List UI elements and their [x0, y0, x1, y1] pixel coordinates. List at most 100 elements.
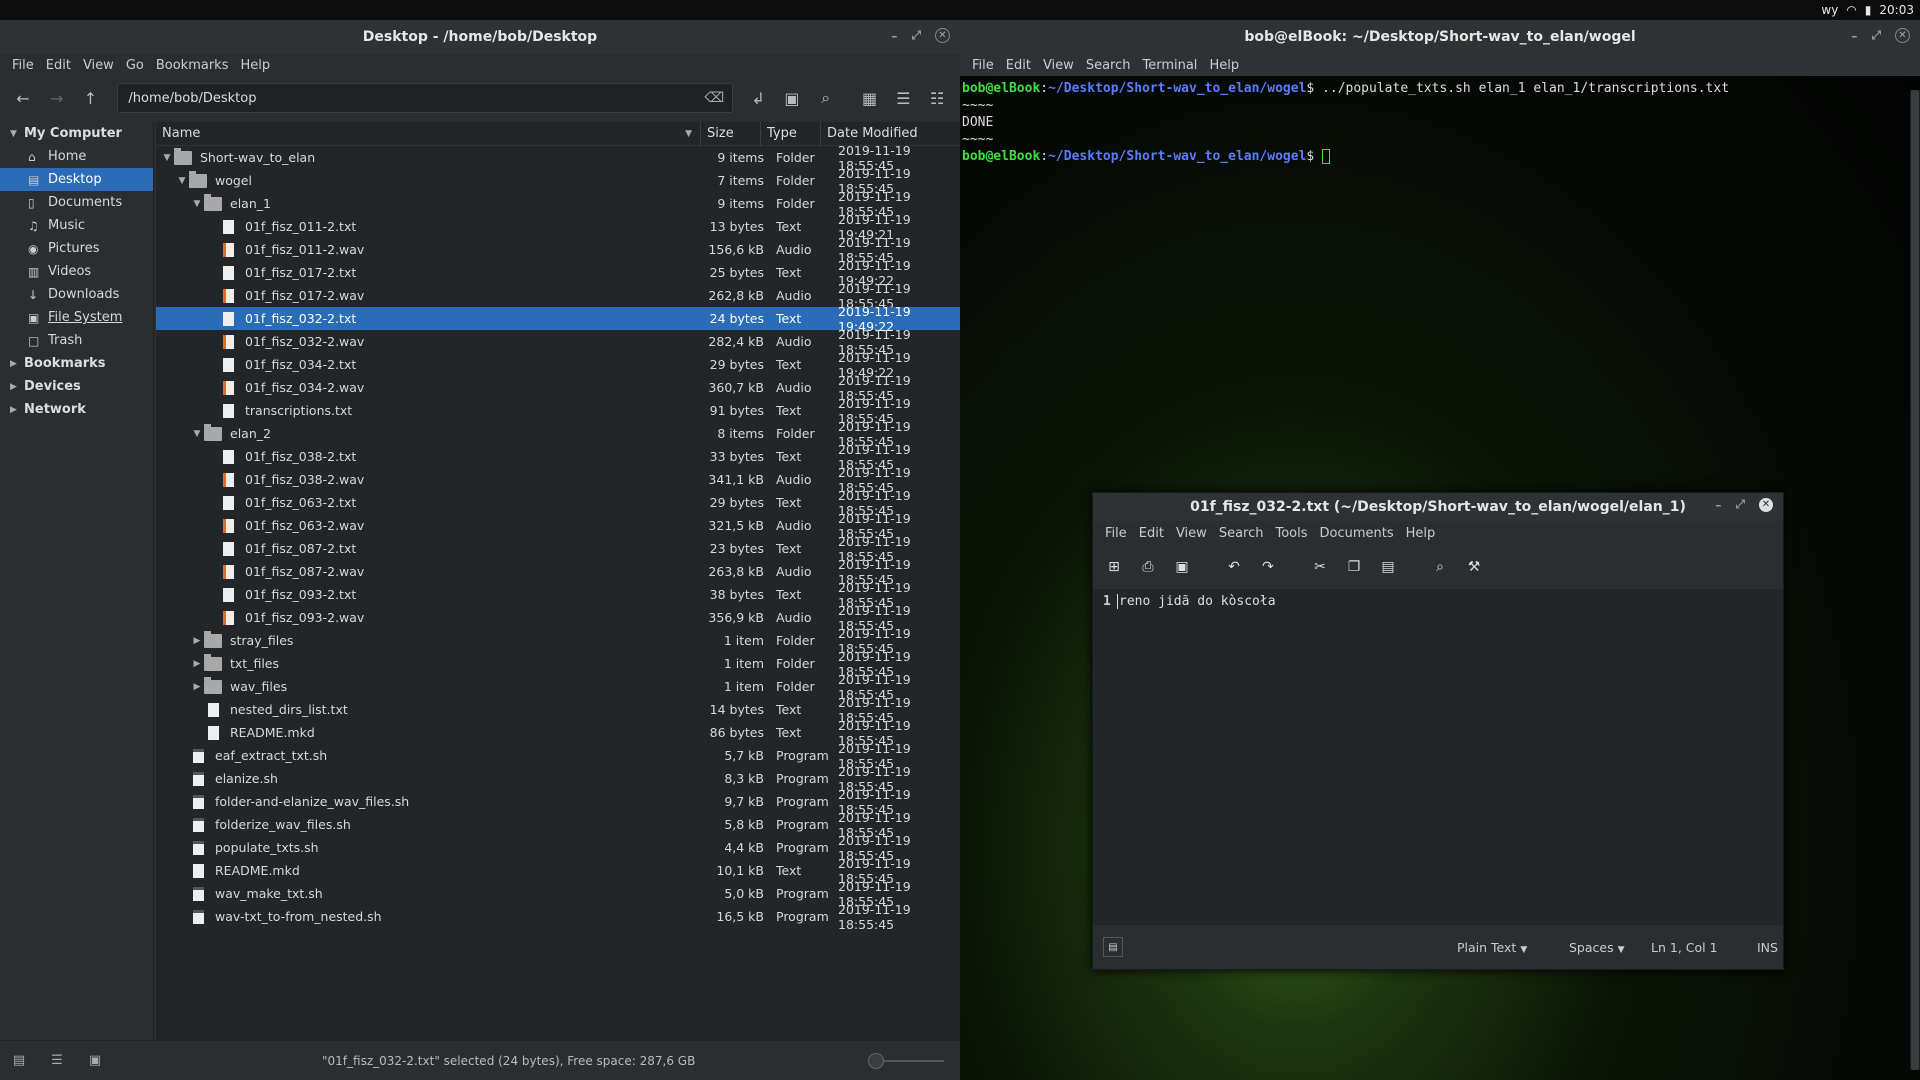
menu-edit[interactable]: Edit — [40, 58, 77, 73]
menu-view[interactable]: View — [1170, 526, 1213, 541]
menu-file[interactable]: File — [6, 58, 40, 73]
menu-view[interactable]: View — [1037, 58, 1080, 73]
menu-tools[interactable]: Tools — [1269, 526, 1313, 541]
row-name-cell: wav-txt_to-from_nested.sh — [156, 909, 701, 924]
menu-help[interactable]: Help — [1203, 58, 1245, 73]
row-name-cell: populate_txts.sh — [156, 840, 701, 855]
sidebar-item-home[interactable]: ⌂ Home — [0, 145, 153, 168]
battery-icon[interactable]: ▮ — [1865, 3, 1872, 17]
wifi-icon[interactable]: ◠ — [1846, 3, 1856, 17]
sidebar-item-trash[interactable]: □ Trash — [0, 329, 153, 352]
script-file-icon — [193, 817, 204, 832]
redo-icon[interactable]: ↷ — [1255, 554, 1281, 580]
close-icon[interactable]: ✕ — [1895, 28, 1910, 43]
sidebar-network[interactable]: ▶ Network — [0, 398, 153, 421]
sidebar-devices[interactable]: ▶ Devices — [0, 375, 153, 398]
sidebar-item-desktop[interactable]: ▤ Desktop — [0, 168, 153, 191]
file-size: 341,1 kB — [708, 472, 764, 487]
term-titlebar[interactable]: bob@elBook: ~/Desktop/Short-wav_to_elan/… — [960, 20, 1920, 54]
clear-location-icon[interactable]: ⌫ — [704, 90, 724, 106]
menu-bookmarks[interactable]: Bookmarks — [150, 58, 235, 73]
menu-edit[interactable]: Edit — [1000, 58, 1037, 73]
new-document-icon[interactable]: ⊞ — [1101, 554, 1127, 580]
tree-icon[interactable]: ☰ — [38, 1042, 76, 1080]
find-icon[interactable]: ⌕ — [1427, 554, 1453, 580]
close-icon[interactable]: ✕ — [1759, 497, 1773, 512]
search-icon[interactable]: ⌕ — [811, 83, 841, 113]
icon-view-icon[interactable]: ▦ — [855, 83, 885, 113]
expander-open-icon[interactable]: ▼ — [190, 429, 204, 439]
up-arrow-icon[interactable]: ↑ — [76, 83, 106, 113]
indent-selector[interactable]: Spaces ▼ — [1569, 940, 1625, 955]
menu-terminal[interactable]: Terminal — [1136, 58, 1203, 73]
expander-open-icon[interactable]: ▼ — [160, 153, 174, 163]
sidebar-item-videos[interactable]: ▥ Videos — [0, 260, 153, 283]
maximize-icon[interactable]: ⤢ — [911, 28, 921, 43]
fm-titlebar[interactable]: Desktop - /home/bob/Desktop – ⤢ ✕ — [0, 20, 960, 54]
minimize-icon[interactable]: – — [1715, 498, 1721, 512]
expander-open-icon[interactable]: ▼ — [175, 176, 189, 186]
zoom-slider-knob[interactable] — [868, 1053, 884, 1069]
sidebar-item-pictures[interactable]: ◉ Pictures — [0, 237, 153, 260]
scrollbar-thumb[interactable] — [1911, 90, 1919, 1070]
copy-icon[interactable]: ❐ — [1341, 554, 1367, 580]
undo-icon[interactable]: ↶ — [1221, 554, 1247, 580]
expander-closed-icon[interactable]: ▶ — [190, 636, 204, 646]
maximize-icon[interactable]: ⤢ — [1871, 28, 1881, 43]
open-document-icon[interactable]: ⎙ — [1135, 554, 1161, 580]
sidebar-item-documents[interactable]: ▯ Documents — [0, 191, 153, 214]
column-size[interactable]: Size — [701, 121, 761, 146]
menu-file[interactable]: File — [1099, 526, 1133, 541]
syntax-selector[interactable]: Plain Text ▼ — [1457, 940, 1527, 955]
downloads-icon: ↓ — [28, 287, 39, 302]
close-icon[interactable]: ✕ — [935, 28, 950, 43]
menu-help[interactable]: Help — [234, 58, 276, 73]
save-icon[interactable]: ▣ — [1169, 554, 1195, 580]
back-arrow-icon[interactable]: ← — [8, 83, 38, 113]
minimize-icon[interactable]: – — [1851, 29, 1857, 43]
hide-sidebar-icon[interactable]: ▣ — [76, 1042, 114, 1080]
column-name[interactable]: Name ▼ — [156, 121, 701, 146]
insert-mode[interactable]: INS — [1757, 940, 1778, 955]
clock[interactable]: 20:03 — [1879, 3, 1914, 17]
sidebar-item-music[interactable]: ♫ Music — [0, 214, 153, 237]
places-icon[interactable]: ▤ — [0, 1042, 38, 1080]
sidebar-item-filesystem[interactable]: ▣ File System — [0, 306, 153, 329]
sidebar-item-downloads[interactable]: ↓ Downloads — [0, 283, 153, 306]
sidebar-my-computer[interactable]: ▼ My Computer — [0, 122, 153, 145]
menu-edit[interactable]: Edit — [1133, 526, 1170, 541]
sidebar-bookmarks[interactable]: ▶ Bookmarks — [0, 352, 153, 375]
compact-view-icon[interactable]: ☷ — [922, 83, 952, 113]
replace-icon[interactable]: ⚒ — [1461, 554, 1487, 580]
list-view-icon[interactable]: ☰ — [888, 83, 918, 113]
expander-closed-icon[interactable]: ▶ — [190, 659, 204, 669]
cursor-position[interactable]: Ln 1, Col 1 — [1651, 940, 1718, 955]
minimize-icon[interactable]: – — [891, 29, 897, 43]
location-bar[interactable]: /home/bob/Desktop ⌫ — [117, 83, 734, 113]
menu-view[interactable]: View — [77, 58, 120, 73]
terminal-output[interactable]: bob@elBook:~/Desktop/Short-wav_to_elan/w… — [960, 76, 1920, 169]
paste-icon[interactable]: ▤ — [1375, 554, 1401, 580]
row-name-cell: 01f_fisz_032-2.wav — [156, 334, 701, 349]
expander-open-icon[interactable]: ▼ — [190, 199, 204, 209]
menu-file[interactable]: File — [966, 58, 1000, 73]
toggle-location-icon[interactable]: ↲ — [743, 83, 773, 113]
cut-icon[interactable]: ✂ — [1307, 554, 1333, 580]
forward-arrow-icon[interactable]: → — [42, 83, 72, 113]
open-terminal-icon[interactable]: ▣ — [777, 83, 807, 113]
menu-go[interactable]: Go — [120, 58, 150, 73]
keyboard-layout[interactable]: wy — [1821, 3, 1838, 17]
editor-line-text[interactable]: reno jidã do kòscoła — [1117, 594, 1276, 609]
expander-closed-icon[interactable]: ▶ — [190, 682, 204, 692]
side-panel-toggle-icon[interactable]: ▤ — [1103, 937, 1123, 957]
menu-search[interactable]: Search — [1080, 58, 1137, 73]
editor-text-area[interactable]: 1 reno jidã do kòscoła — [1093, 589, 1783, 925]
menu-search[interactable]: Search — [1213, 526, 1270, 541]
menu-help[interactable]: Help — [1400, 526, 1442, 541]
table-row[interactable]: wav-txt_to-from_nested.sh 16,5 kB Program 2… — [156, 902, 960, 932]
editor-titlebar[interactable]: 01f_fisz_032-2.txt (~/Desktop/Short-wav_… — [1093, 493, 1783, 521]
menu-documents[interactable]: Documents — [1314, 526, 1400, 541]
column-type[interactable]: Type — [761, 121, 821, 146]
terminal-scrollbar[interactable] — [1910, 90, 1920, 1070]
maximize-icon[interactable]: ⤢ — [1735, 497, 1745, 512]
